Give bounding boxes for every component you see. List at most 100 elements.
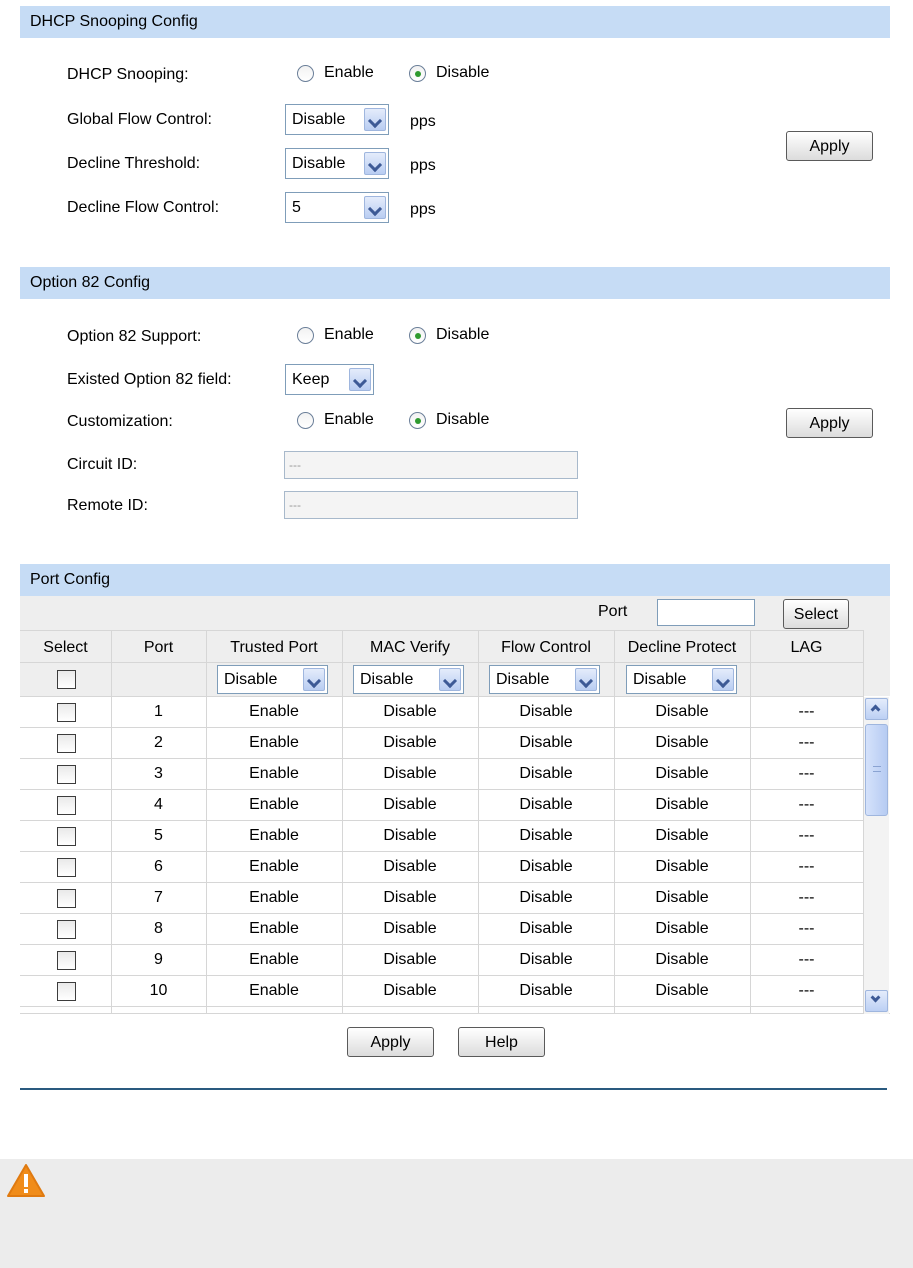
radio-label: Disable bbox=[436, 326, 490, 343]
row-select-checkbox[interactable] bbox=[57, 982, 76, 1001]
lag-cell: --- bbox=[798, 982, 815, 999]
decline-protect-cell: Disable bbox=[655, 765, 709, 782]
radio-label: Disable bbox=[436, 411, 490, 428]
mac-verify-cell: Disable bbox=[383, 796, 437, 813]
grid-line bbox=[20, 882, 863, 883]
trusted-port-cell: Enable bbox=[249, 920, 299, 937]
chevron-down-icon[interactable] bbox=[303, 668, 325, 691]
flow-control-filter-select[interactable]: Disable bbox=[489, 665, 600, 694]
grid-line bbox=[20, 789, 863, 790]
grid-line bbox=[20, 944, 863, 945]
grid-line bbox=[20, 696, 863, 697]
grid-line bbox=[614, 630, 615, 1014]
row-select-checkbox[interactable] bbox=[57, 827, 76, 846]
radio-button[interactable] bbox=[297, 64, 314, 82]
port-search-input[interactable] bbox=[657, 599, 755, 626]
decline-flow-control-select[interactable]: 5 bbox=[285, 192, 389, 223]
column-header-lag: LAG bbox=[790, 639, 823, 656]
flow-control-cell: Disable bbox=[519, 982, 573, 999]
row-select-checkbox[interactable] bbox=[57, 765, 76, 784]
row-select-checkbox[interactable] bbox=[57, 703, 76, 722]
port-apply-button[interactable]: Apply bbox=[347, 1027, 434, 1057]
flow-control-cell: Disable bbox=[519, 858, 573, 875]
unit-label: pps bbox=[410, 201, 436, 218]
grid-line bbox=[206, 630, 207, 1014]
radio-label: Enable bbox=[324, 326, 374, 343]
customization-enable-option[interactable]: Enable bbox=[297, 411, 374, 429]
decline-protect-cell: Disable bbox=[655, 951, 709, 968]
chevron-up-icon bbox=[870, 704, 881, 715]
mac-verify-filter-select[interactable]: Disable bbox=[353, 665, 464, 694]
port-search-label: Port bbox=[598, 603, 628, 620]
help-button[interactable]: Help bbox=[458, 1027, 545, 1057]
row-select-checkbox[interactable] bbox=[57, 951, 76, 970]
radio-button[interactable] bbox=[409, 411, 426, 429]
decline-protect-cell: Disable bbox=[655, 858, 709, 875]
mac-verify-cell: Disable bbox=[383, 703, 437, 720]
mac-verify-cell: Disable bbox=[383, 889, 437, 906]
chevron-down-icon[interactable] bbox=[712, 668, 734, 691]
scroll-up-button[interactable] bbox=[865, 698, 888, 720]
trusted-port-cell: Enable bbox=[249, 796, 299, 813]
radio-button[interactable] bbox=[297, 326, 314, 344]
port-cell: 4 bbox=[154, 796, 163, 813]
option82-disable-option[interactable]: Disable bbox=[409, 326, 489, 344]
chevron-down-icon[interactable] bbox=[439, 668, 461, 691]
chevron-down-icon[interactable] bbox=[364, 108, 386, 131]
customization-disable-option[interactable]: Disable bbox=[409, 411, 489, 429]
chevron-down-icon[interactable] bbox=[364, 152, 386, 175]
chevron-down-icon[interactable] bbox=[364, 196, 386, 219]
grip-icon bbox=[873, 766, 881, 772]
chevron-down-icon[interactable] bbox=[349, 368, 371, 391]
row-select-checkbox[interactable] bbox=[57, 920, 76, 939]
global-flow-control-label: Global Flow Control: bbox=[67, 111, 212, 128]
dhcp-apply-button[interactable]: Apply bbox=[786, 131, 873, 161]
column-header-flow-control: Flow Control bbox=[501, 639, 591, 656]
trusted-port-cell: Enable bbox=[249, 765, 299, 782]
grid-line bbox=[20, 1006, 863, 1007]
trusted-port-filter-select[interactable]: Disable bbox=[217, 665, 328, 694]
select-all-checkbox[interactable] bbox=[57, 670, 76, 689]
option82-enable-option[interactable]: Enable bbox=[297, 326, 374, 344]
decline-threshold-select[interactable]: Disable bbox=[285, 148, 389, 179]
lag-cell: --- bbox=[798, 889, 815, 906]
grid-line bbox=[20, 662, 863, 663]
port-cell: 10 bbox=[149, 982, 168, 999]
unit-label: pps bbox=[410, 113, 436, 130]
dhcp-snooping-enable-option[interactable]: Enable bbox=[297, 64, 374, 82]
column-header-port: Port bbox=[143, 639, 174, 656]
grid-line bbox=[342, 630, 343, 1014]
mac-verify-cell: Disable bbox=[383, 765, 437, 782]
grid-line bbox=[20, 975, 863, 976]
option82-config-header: Option 82 Config bbox=[20, 267, 890, 299]
global-flow-control-select[interactable]: Disable bbox=[285, 104, 389, 135]
radio-button[interactable] bbox=[297, 411, 314, 429]
dhcp-snooping-label: DHCP Snooping: bbox=[67, 66, 189, 83]
radio-button[interactable] bbox=[409, 64, 426, 82]
port-cell: 5 bbox=[154, 827, 163, 844]
circuit-id-input[interactable]: --- bbox=[284, 451, 578, 479]
existed-option82-field-select[interactable]: Keep bbox=[285, 364, 374, 395]
port-select-button[interactable]: Select bbox=[783, 599, 849, 629]
scroll-down-button[interactable] bbox=[865, 990, 888, 1012]
trusted-port-cell: Enable bbox=[249, 858, 299, 875]
row-select-checkbox[interactable] bbox=[57, 858, 76, 877]
row-select-checkbox[interactable] bbox=[57, 734, 76, 753]
remote-id-input[interactable]: --- bbox=[284, 491, 578, 519]
flow-control-cell: Disable bbox=[519, 951, 573, 968]
decline-protect-filter-select[interactable]: Disable bbox=[626, 665, 737, 694]
decline-protect-cell: Disable bbox=[655, 796, 709, 813]
select-value: Disable bbox=[224, 671, 278, 688]
row-select-checkbox[interactable] bbox=[57, 796, 76, 815]
decline-protect-cell: Disable bbox=[655, 827, 709, 844]
trusted-port-cell: Enable bbox=[249, 889, 299, 906]
lag-cell: --- bbox=[798, 858, 815, 875]
radio-button[interactable] bbox=[409, 326, 426, 344]
customization-label: Customization: bbox=[67, 413, 173, 430]
lag-cell: --- bbox=[798, 703, 815, 720]
scrollbar-thumb[interactable] bbox=[865, 724, 888, 816]
dhcp-snooping-disable-option[interactable]: Disable bbox=[409, 64, 489, 82]
chevron-down-icon[interactable] bbox=[575, 668, 597, 691]
option82-apply-button[interactable]: Apply bbox=[786, 408, 873, 438]
row-select-checkbox[interactable] bbox=[57, 889, 76, 908]
